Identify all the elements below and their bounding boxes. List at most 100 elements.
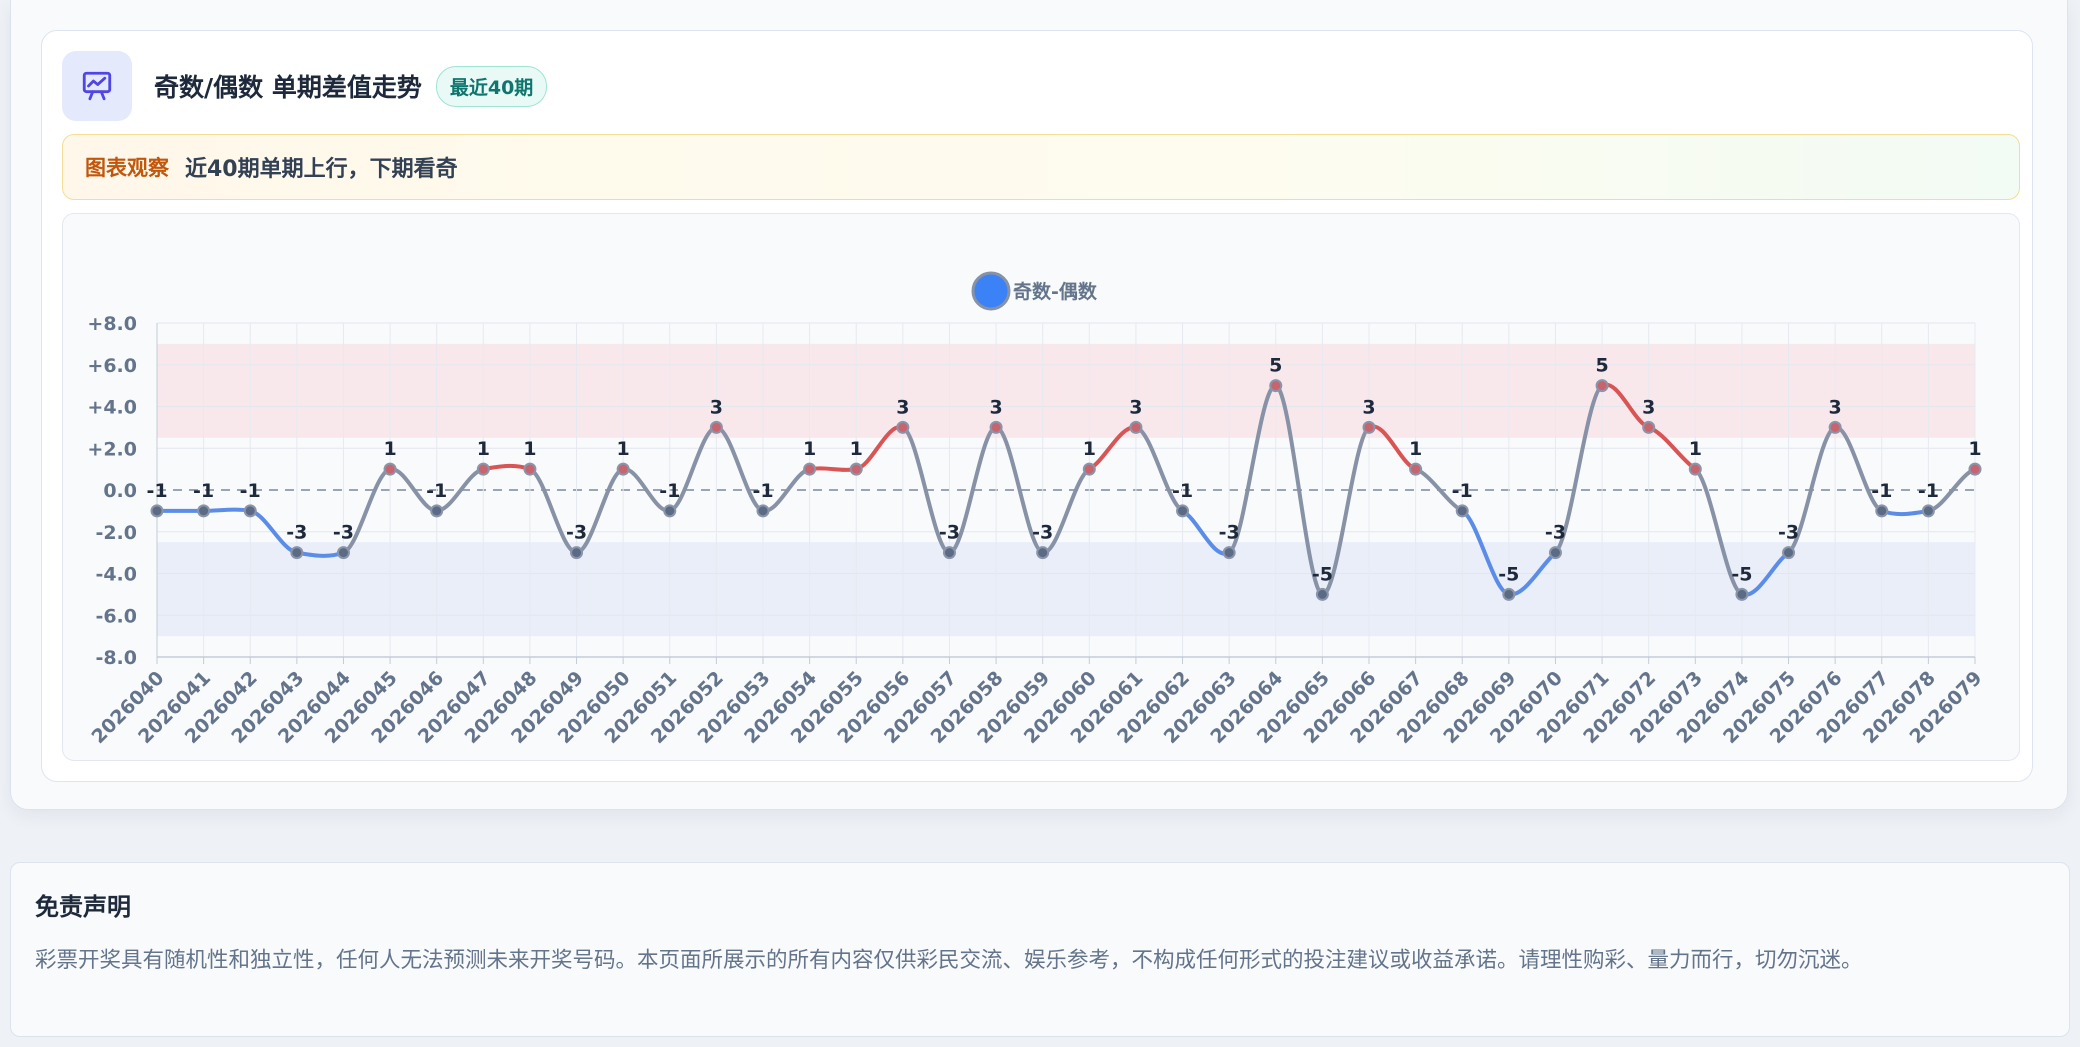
line-chart: +8.0+6.0+4.0+2.00.0-2.0-4.0-6.0-8.020260… [87, 271, 1987, 748]
chart-header: 奇数/偶数 单期差值走势 最近40期 [62, 51, 548, 121]
data-point [383, 462, 397, 476]
data-label: -1 [193, 480, 214, 502]
data-point [803, 462, 817, 476]
data-label: -3 [566, 522, 587, 544]
data-label: 3 [710, 396, 723, 418]
chart-title: 奇数/偶数 单期差值走势 [154, 73, 422, 102]
data-label: 1 [1689, 438, 1702, 460]
data-label: -3 [1778, 522, 1799, 544]
observation-text: 近40期单期上行，下期看奇 [185, 157, 458, 182]
data-label: -1 [1871, 480, 1892, 502]
data-label: -3 [333, 522, 354, 544]
data-point [1782, 546, 1796, 560]
data-point [616, 462, 630, 476]
disclaimer-text: 彩票开奖具有随机性和独立性，任何人无法预测未来开奖号码。本页面所展示的所有内容仅… [35, 948, 1863, 973]
data-point [942, 546, 956, 560]
data-label: -5 [1498, 563, 1519, 585]
y-tick-label: -4.0 [95, 564, 137, 586]
data-point [197, 504, 211, 518]
data-label: 3 [1362, 396, 1375, 418]
data-point [709, 420, 723, 434]
data-label: 3 [1129, 396, 1142, 418]
data-point [1409, 462, 1423, 476]
data-point [1688, 462, 1702, 476]
data-label: 1 [617, 438, 630, 460]
data-point [1968, 462, 1982, 476]
data-label: 1 [1409, 438, 1422, 460]
y-tick-label: -6.0 [95, 605, 137, 627]
data-label: -3 [939, 522, 960, 544]
data-point [1269, 379, 1283, 393]
y-tick-label: +4.0 [87, 397, 137, 419]
data-point [1642, 420, 1656, 434]
data-label: -1 [146, 480, 167, 502]
y-tick-label: -2.0 [95, 522, 137, 544]
data-label: 1 [477, 438, 490, 460]
data-point [1548, 546, 1562, 560]
data-label: -5 [1312, 563, 1333, 585]
data-label: 3 [896, 396, 909, 418]
y-tick-label: +8.0 [87, 313, 137, 335]
presentation-chart-icon [62, 51, 132, 121]
data-label: -3 [1219, 522, 1240, 544]
series-segment [481, 463, 532, 472]
data-label: 3 [1642, 396, 1655, 418]
data-point [336, 546, 350, 560]
series-segment [807, 466, 859, 472]
data-point [476, 462, 490, 476]
data-label: 5 [1595, 355, 1608, 377]
data-point [1595, 379, 1609, 393]
data-point [1222, 546, 1236, 560]
observation-banner: 图表观察 近40期单期上行，下期看奇 [62, 134, 2020, 200]
legend-layer: 奇数-偶数 [971, 271, 1098, 311]
data-point [1315, 587, 1329, 601]
series-segment [201, 507, 253, 513]
disclaimer-panel: 免责声明 彩票开奖具有随机性和独立性，任何人无法预测未来开奖号码。本页面所展示的… [10, 862, 2070, 1037]
data-point [150, 504, 164, 518]
data-label: -3 [286, 522, 307, 544]
data-point [430, 504, 444, 518]
data-label: -1 [752, 480, 773, 502]
y-tick-label: +2.0 [87, 438, 137, 460]
data-point [1921, 504, 1935, 518]
y-tick-label: +6.0 [87, 355, 137, 377]
y-tick-label: -8.0 [95, 647, 137, 669]
data-point [1455, 504, 1469, 518]
data-point [1362, 420, 1376, 434]
data-point [663, 504, 677, 518]
data-label: 1 [850, 438, 863, 460]
data-label: 1 [523, 438, 536, 460]
data-label: -1 [240, 480, 261, 502]
data-point [570, 546, 584, 560]
plot-panel: +8.0 +6.0 +4.0 +2.0 0.0 -2.0 -4.0 -6.0 -8.0 20260… [62, 213, 2020, 761]
data-label: 1 [1968, 438, 1981, 460]
data-point [989, 420, 1003, 434]
data-label: -1 [1918, 480, 1939, 502]
data-label: 5 [1269, 355, 1282, 377]
disclaimer-title: 免责声明 [35, 893, 131, 921]
observation-label: 图表观察 [85, 156, 169, 180]
data-point [1036, 546, 1050, 560]
data-label: -5 [1731, 563, 1752, 585]
data-label: 1 [383, 438, 396, 460]
data-label: 3 [989, 396, 1002, 418]
data-point [290, 546, 304, 560]
data-point [756, 504, 770, 518]
data-point [1176, 504, 1190, 518]
data-label: 3 [1829, 396, 1842, 418]
data-label: 1 [1083, 438, 1096, 460]
data-label: -1 [1452, 480, 1473, 502]
data-point [1875, 504, 1889, 518]
data-point [523, 462, 537, 476]
period-badge[interactable]: 最近40期 [435, 65, 548, 107]
y-tick-label: 0.0 [103, 480, 137, 502]
data-point [243, 504, 257, 518]
data-point [1502, 587, 1516, 601]
chart-card: 奇数/偶数 单期差值走势 最近40期 图表观察 近40期单期上行，下期看奇 +8… [41, 30, 2033, 782]
high-band [157, 343, 1975, 438]
data-point [1129, 420, 1143, 434]
data-point [1828, 420, 1842, 434]
data-label: -3 [1545, 522, 1566, 544]
series-segment [1879, 508, 1931, 517]
data-point [849, 462, 863, 476]
